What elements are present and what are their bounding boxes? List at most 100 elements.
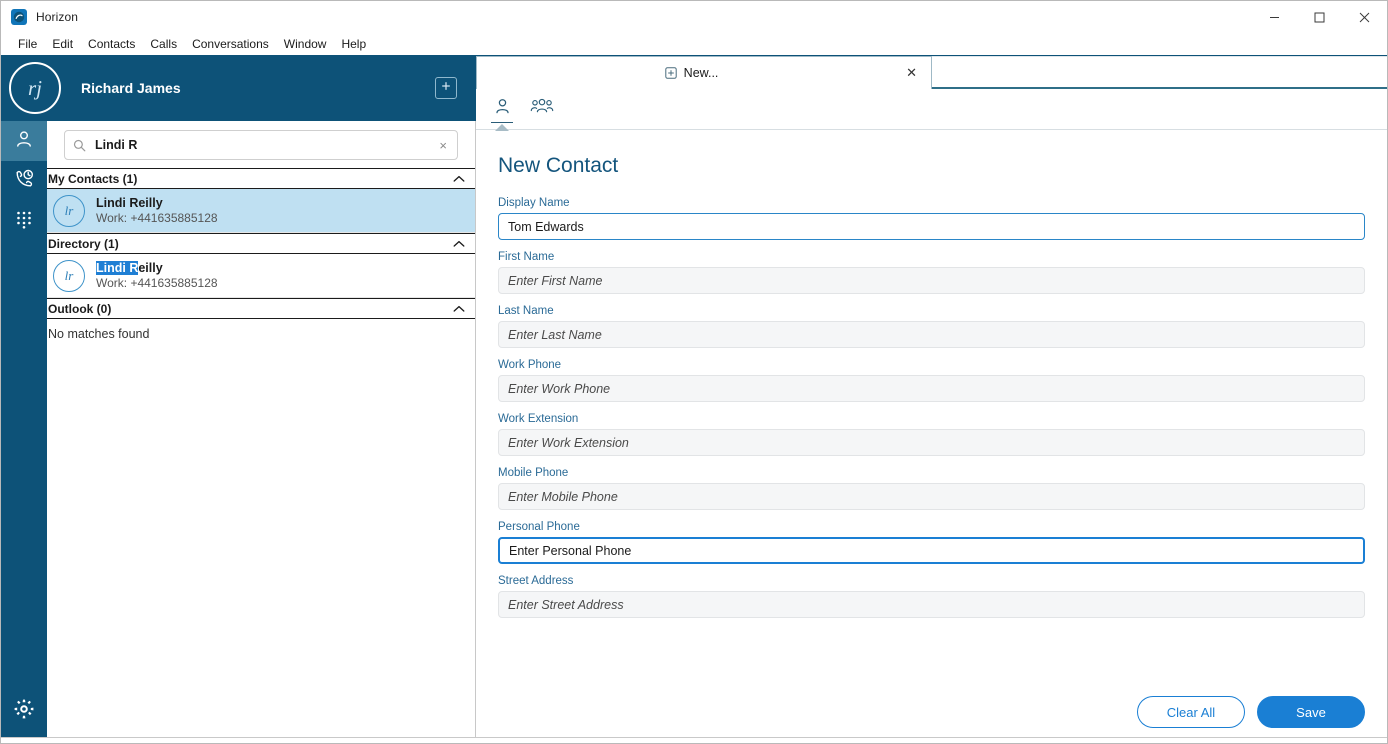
avatar: lr <box>53 259 85 292</box>
field-first-name: First Name Enter First Name <box>498 251 1365 294</box>
horizon-app-window: Horizon File Edit Contacts Calls Convers… <box>0 0 1388 744</box>
field-label: Mobile Phone <box>498 467 569 479</box>
sub-tab-bar <box>476 89 1387 130</box>
new-contact-form: New Contact Display Name Tom Edwards Fir… <box>476 130 1387 681</box>
field-label: Work Extension <box>498 413 579 425</box>
menu-item-window[interactable]: Window <box>277 35 334 53</box>
menu-bar: File Edit Contacts Calls Conversations W… <box>1 33 1387 55</box>
group-header[interactable]: Outlook (0) <box>47 298 475 319</box>
chevron-up-icon[interactable] <box>453 175 465 183</box>
contact-name: Lindi Reilly <box>96 260 218 276</box>
group-header[interactable]: Directory (1) <box>47 233 475 254</box>
tab-new-contact[interactable]: New... ✕ <box>476 56 932 89</box>
menu-item-conversations[interactable]: Conversations <box>185 35 276 53</box>
work-phone-input[interactable]: Enter Work Phone <box>498 375 1365 402</box>
mobile-phone-input[interactable]: Enter Mobile Phone <box>498 483 1365 510</box>
group-title: Outlook (0) <box>48 301 112 316</box>
avatar: rj <box>9 62 61 114</box>
main-panel: New... ✕ New Contact Display Name Tom Ed… <box>476 55 1387 743</box>
search-match-highlight: Lindi R <box>96 260 139 275</box>
tab-label: New... <box>683 66 719 80</box>
contact-group-directory: Directory (1) lr Lindi Reilly Work: +441… <box>47 233 475 298</box>
field-work-phone: Work Phone Enter Work Phone <box>498 359 1365 402</box>
street-address-input[interactable]: Enter Street Address <box>498 591 1365 618</box>
menu-item-calls[interactable]: Calls <box>143 35 184 53</box>
contact-detail: Work: +441635885128 <box>96 210 218 225</box>
field-work-extension: Work Extension Enter Work Extension <box>498 413 1365 456</box>
plus-circle-icon <box>664 67 677 79</box>
field-label: Display Name <box>498 197 570 209</box>
field-last-name: Last Name Enter Last Name <box>498 305 1365 348</box>
chevron-up-icon[interactable] <box>453 305 465 313</box>
clear-icon[interactable]: × <box>437 138 449 153</box>
page-title: New Contact <box>498 154 619 177</box>
avatar: lr <box>53 194 85 227</box>
menu-item-contacts[interactable]: Contacts <box>81 35 142 53</box>
close-button[interactable] <box>1342 1 1387 33</box>
horizon-logo-icon <box>11 9 27 25</box>
field-mobile-phone: Mobile Phone Enter Mobile Phone <box>498 467 1365 510</box>
first-name-input[interactable]: Enter First Name <box>498 267 1365 294</box>
field-personal-phone: Personal Phone Enter Personal Phone <box>498 521 1365 564</box>
user-name: Richard James <box>81 80 181 96</box>
window-controls <box>1252 1 1387 33</box>
personal-phone-input[interactable]: Enter Personal Phone <box>498 537 1365 564</box>
tab-strip: New... ✕ <box>476 55 1387 89</box>
subtab-group[interactable] <box>528 94 556 124</box>
person-icon <box>14 129 34 154</box>
plus-square-icon <box>440 79 452 97</box>
clear-all-button[interactable]: Clear All <box>1137 696 1245 728</box>
search-area: Lindi R × <box>47 121 475 168</box>
form-footer: Clear All Save <box>476 681 1387 743</box>
add-contact-button[interactable] <box>435 77 457 99</box>
minimize-button[interactable] <box>1252 1 1297 33</box>
dialpad-icon <box>14 209 34 234</box>
subtab-contact[interactable] <box>488 94 516 124</box>
field-label: Work Phone <box>498 359 562 371</box>
tab-strip-filler <box>932 56 1387 89</box>
contact-detail: Work: +441635885128 <box>96 275 218 290</box>
search-value: Lindi R <box>95 138 138 152</box>
field-display-name: Display Name Tom Edwards <box>498 197 1365 240</box>
chevron-up-icon[interactable] <box>453 240 465 248</box>
user-header: rj Richard James <box>1 55 476 121</box>
close-icon[interactable]: ✕ <box>906 65 931 81</box>
field-label: Personal Phone <box>498 521 580 533</box>
display-name-input[interactable]: Tom Edwards <box>498 213 1365 240</box>
people-group-icon <box>530 97 554 121</box>
group-header[interactable]: My Contacts (1) <box>47 168 475 189</box>
menu-item-edit[interactable]: Edit <box>45 35 80 53</box>
rail-item-call-history[interactable] <box>1 161 47 201</box>
last-name-input[interactable]: Enter Last Name <box>498 321 1365 348</box>
left-nav-rail <box>1 55 47 743</box>
contact-name: Lindi Reilly <box>96 195 163 210</box>
rail-item-contacts[interactable] <box>1 121 47 161</box>
contact-group-my-contacts: My Contacts (1) lr Lindi Reilly Work: +4… <box>47 168 475 233</box>
search-icon <box>73 139 86 152</box>
field-street-address: Street Address Enter Street Address <box>498 575 1365 618</box>
search-input[interactable]: Lindi R × <box>64 130 458 160</box>
rail-item-dialpad[interactable] <box>1 201 47 241</box>
field-label: First Name <box>498 251 555 263</box>
tab-label-wrap: New... <box>477 66 906 80</box>
contact-name-rest: eilly <box>138 260 163 275</box>
contacts-panel: rj Richard James Lindi R × My Contacts (… <box>1 55 476 743</box>
gear-icon <box>13 698 35 725</box>
contact-row[interactable]: lr Lindi Reilly Work: +441635885128 <box>47 189 475 233</box>
phone-clock-icon <box>14 168 35 194</box>
menu-item-file[interactable]: File <box>11 35 44 53</box>
save-button[interactable]: Save <box>1257 696 1365 728</box>
work-extension-input[interactable]: Enter Work Extension <box>498 429 1365 456</box>
app-body: rj Richard James Lindi R × My Contacts (… <box>1 55 1387 743</box>
group-title: My Contacts (1) <box>48 171 138 186</box>
contact-group-outlook: Outlook (0) No matches found <box>47 298 475 341</box>
person-icon <box>493 97 512 121</box>
field-label: Street Address <box>498 575 574 587</box>
status-bar <box>1 737 1387 743</box>
title-bar: Horizon <box>1 1 1387 33</box>
menu-item-help[interactable]: Help <box>334 35 373 53</box>
group-title: Directory (1) <box>48 236 119 251</box>
maximize-button[interactable] <box>1297 1 1342 33</box>
rail-item-settings[interactable] <box>1 691 47 731</box>
contact-row[interactable]: lr Lindi Reilly Work: +441635885128 <box>47 254 475 298</box>
